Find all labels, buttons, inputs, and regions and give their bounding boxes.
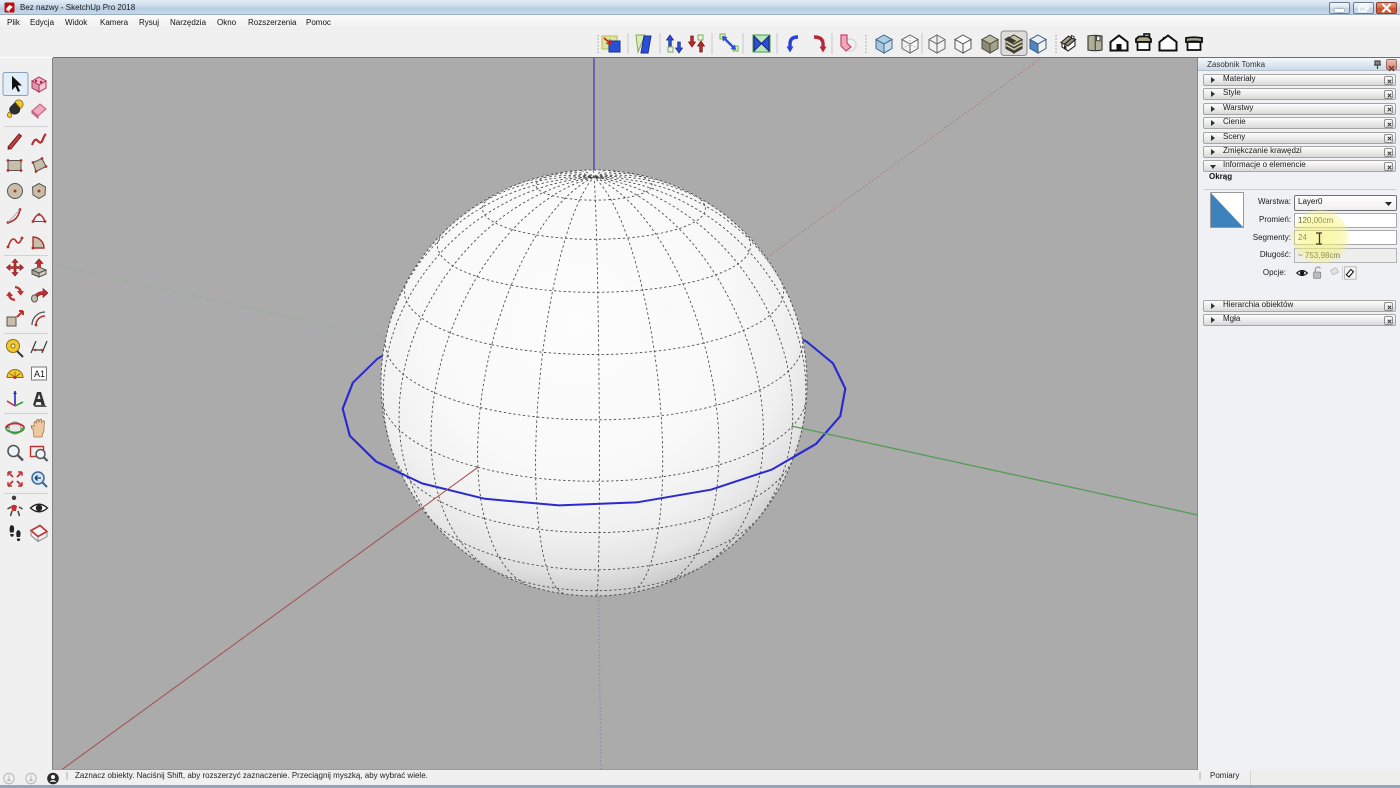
svg-text:A1: A1 (34, 369, 45, 379)
